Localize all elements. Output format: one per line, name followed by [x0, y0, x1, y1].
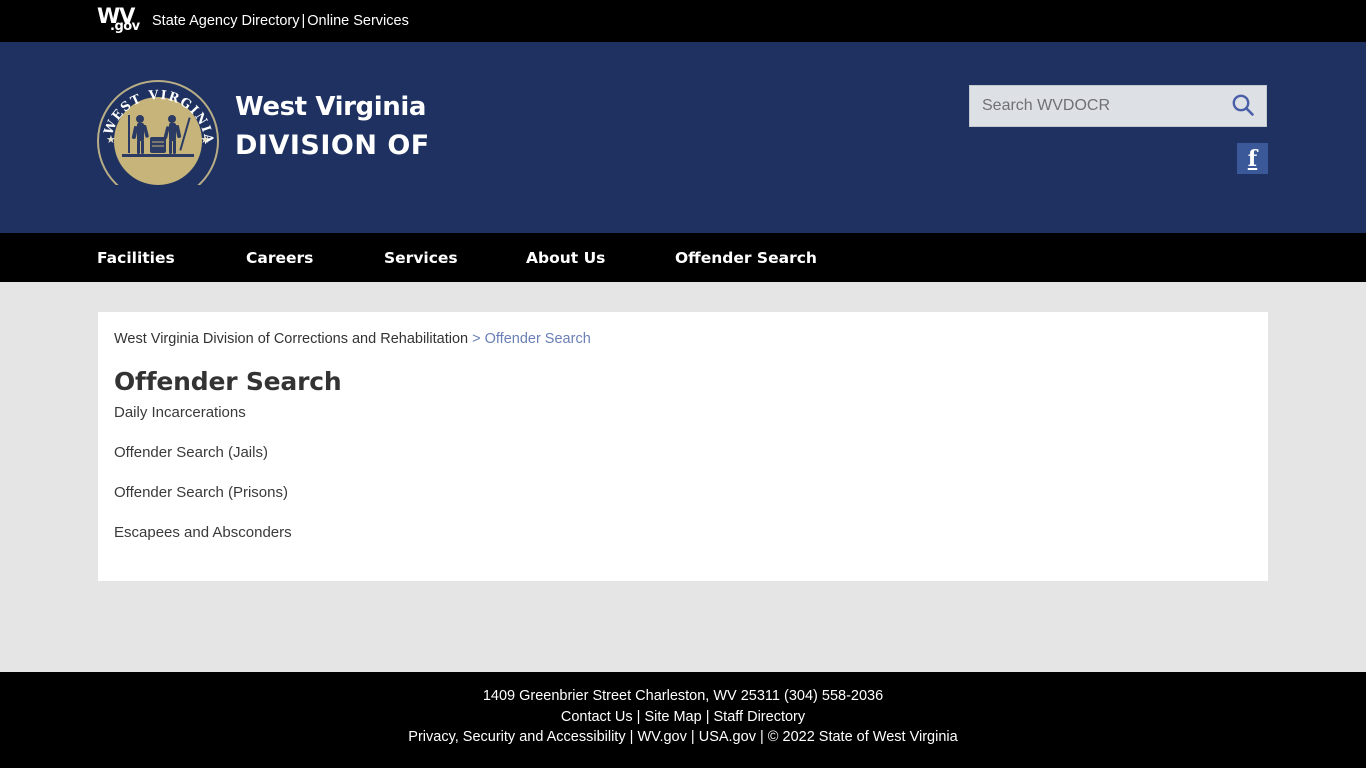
footer-link-wvgov[interactable]: WV.gov [637, 729, 686, 745]
main-navigation: Facilities Careers Services About Us Off… [0, 233, 1366, 282]
breadcrumb-root[interactable]: West Virginia Division of Corrections an… [114, 331, 468, 347]
wvgov-logo[interactable]: WV .gov [97, 5, 143, 37]
breadcrumb-current: > Offender Search [472, 331, 591, 347]
seal-star-right-icon: ★ [200, 134, 210, 146]
link-daily-incarcerations[interactable]: Daily Incarcerations [114, 404, 246, 421]
link-offender-search-jails[interactable]: Offender Search (Jails) [114, 444, 268, 461]
nav-item-services[interactable]: Services [384, 233, 458, 282]
footer-link-usagov[interactable]: USA.gov [699, 729, 756, 745]
nav-items-container: Facilities Careers Services About Us Off… [97, 233, 1366, 282]
nav-item-careers[interactable]: Careers [246, 233, 313, 282]
footer-link-privacy-security-accessibility[interactable]: Privacy, Security and Accessibility [408, 729, 625, 745]
footer-links-row2: Privacy, Security and Accessibility | WV… [0, 727, 1366, 748]
link-offender-search-prisons[interactable]: Offender Search (Prisons) [114, 484, 288, 501]
search-submit-button[interactable] [1220, 86, 1266, 126]
west-virginia-seal-icon: WEST VIRGINIA ★ ★ [97, 80, 219, 185]
search-icon [1230, 92, 1256, 121]
breadcrumb: West Virginia Division of Corrections an… [114, 331, 591, 347]
list-item: Escapees and Absconders [114, 525, 292, 540]
brand-title-line2: DIVISION OF [235, 130, 430, 161]
footer-separator: | [636, 708, 641, 725]
page-title: Offender Search [114, 367, 342, 396]
link-escapees-and-absconders[interactable]: Escapees and Absconders [114, 524, 292, 541]
seal-arc-text: WEST VIRGINIA [97, 80, 219, 185]
footer-address: 1409 Greenbrier Street Charleston, WV 25… [482, 688, 884, 704]
footer-separator: | [705, 708, 710, 725]
social-links: f [1237, 143, 1268, 174]
footer-separator: | [759, 729, 764, 745]
site-footer: 1409 Greenbrier Street Charleston, WV 25… [0, 672, 1366, 768]
site-header: WEST VIRGINIA ★ ★ West Virginia DIVISION… [0, 42, 1366, 233]
footer-links-row1: Contact Us | Site Map | Staff Directory [0, 707, 1366, 728]
brand-text: West Virginia DIVISION OF [235, 80, 430, 159]
search-input[interactable] [970, 97, 1220, 115]
offender-search-link-list: Daily Incarcerations Offender Search (Ja… [114, 405, 292, 565]
wvgov-logo-gov: .gov [110, 19, 140, 34]
content-area: West Virginia Division of Corrections an… [0, 282, 1366, 672]
footer-link-site-map[interactable]: Site Map [644, 709, 701, 725]
list-item: Daily Incarcerations [114, 405, 292, 420]
site-search[interactable] [969, 85, 1267, 127]
content-card: West Virginia Division of Corrections an… [98, 312, 1268, 581]
nav-item-offender-search[interactable]: Offender Search [675, 233, 817, 282]
site-brand[interactable]: WEST VIRGINIA ★ ★ West Virginia DIVISION… [97, 80, 430, 185]
facebook-icon[interactable]: f [1237, 143, 1268, 174]
footer-copyright: © 2022 State of West Virginia [767, 729, 958, 745]
footer-separator: | [629, 729, 634, 745]
nav-item-about-us[interactable]: About Us [526, 233, 605, 282]
seal-star-left-icon: ★ [106, 134, 116, 146]
list-item: Offender Search (Prisons) [114, 485, 292, 500]
wvgov-links: State Agency Directory | Online Services [152, 13, 409, 29]
state-agency-directory-link[interactable]: State Agency Directory [152, 13, 300, 29]
footer-link-contact-us[interactable]: Contact Us [561, 709, 633, 725]
footer-separator: | [690, 729, 695, 745]
footer-link-staff-directory[interactable]: Staff Directory [714, 709, 806, 725]
wvgov-top-bar: WV .gov State Agency Directory | Online Se… [0, 0, 1366, 42]
online-services-link[interactable]: Online Services [307, 13, 409, 29]
list-item: Offender Search (Jails) [114, 445, 292, 460]
nav-item-facilities[interactable]: Facilities [97, 233, 175, 282]
brand-title-line1: West Virginia [235, 92, 427, 122]
